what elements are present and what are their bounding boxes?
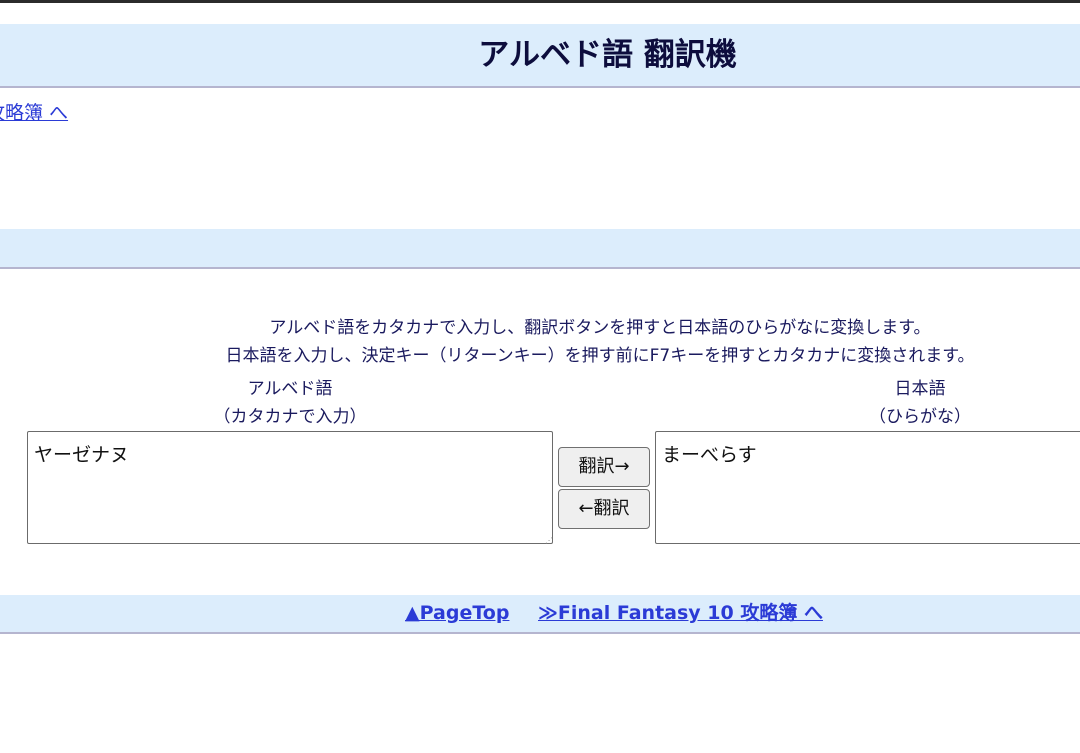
japanese-input[interactable]: まーべらす: [655, 431, 1080, 544]
ff10-guide-link[interactable]: ≫Final Fantasy 10 攻略簿 へ: [538, 595, 823, 632]
resize-grip-icon[interactable]: ⋰: [545, 536, 553, 545]
title-bar: アルベド語 翻訳機: [0, 24, 1080, 88]
albhed-input[interactable]: ヤーゼナヌ: [27, 431, 553, 544]
instruction-line-2: 日本語を入力し、決定キー（リターンキー）を押す前にF7キーを押すとカタカナに変換…: [225, 346, 975, 366]
pagetop-link[interactable]: ▲PageTop: [405, 595, 509, 632]
back-to-guide-link[interactable]: 攻略簿 へ: [0, 98, 68, 125]
albhed-sublabel: （カタカナで入力）: [213, 407, 367, 427]
instruction-line-1: アルベド語をカタカナで入力し、翻訳ボタンを押すと日本語のひらがなに変換します。: [269, 318, 931, 338]
top-edge-divider: [0, 0, 1080, 3]
japanese-sublabel: （ひらがな）: [869, 407, 971, 427]
albhed-label: アルベド語: [247, 379, 333, 399]
translate-forward-button[interactable]: 翻訳→: [558, 447, 650, 487]
japanese-label: 日本語: [894, 379, 946, 399]
translate-back-button[interactable]: ←翻訳: [558, 489, 650, 529]
page-title: アルベド語 翻訳機: [478, 37, 737, 73]
footer-bar: ▲PageTop ≫Final Fantasy 10 攻略簿 へ: [0, 595, 1080, 634]
section-bar: [0, 229, 1080, 269]
